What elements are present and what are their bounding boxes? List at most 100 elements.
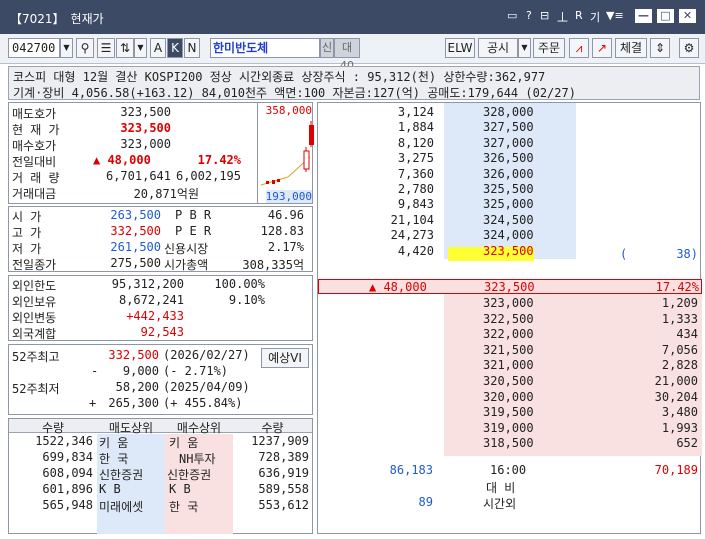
notice-button[interactable]: 공시 [478, 38, 518, 58]
bid-qty: 1,993 [661, 420, 698, 435]
foreign-sum-label: 외국계합 [12, 327, 57, 341]
order-button[interactable]: 주문 [533, 38, 565, 58]
forecast-vi-button[interactable]: 예상VI [261, 348, 309, 368]
open-label: 시 가 [12, 210, 42, 224]
trend-icon[interactable]: ↗ [592, 38, 612, 58]
ask-qty: 24,273 [390, 228, 434, 243]
market-k-button[interactable]: K [167, 38, 183, 58]
bid-row[interactable]: 321,500 7,056 [318, 343, 702, 358]
foreign-limit-label: 외인한도 [12, 279, 57, 293]
bid-row[interactable]: 322,000 434 [318, 327, 702, 342]
seller-name: 신한증권 [99, 468, 144, 482]
ask-row[interactable]: 3,275 326,500 [318, 151, 702, 166]
week52-high-label: 52주최고 [12, 350, 60, 364]
bid-row[interactable]: 319,500 3,480 [318, 405, 702, 420]
week52-high-value: 332,500 [108, 348, 159, 362]
ob-change-pct: 17.42% [655, 280, 699, 294]
ask-row[interactable]: 7,360 326,000 [318, 167, 702, 182]
notice-dropdown-icon[interactable]: ▼ [518, 38, 531, 58]
bid-qty: 3,480 [661, 405, 698, 420]
ask-row[interactable]: 4,420 323,500 [318, 244, 702, 259]
bid-qty: 1,333 [661, 311, 698, 326]
screen-icon[interactable]: ▭ [507, 9, 517, 22]
stock-code-input[interactable]: 042700 [8, 38, 60, 58]
seller-name: 한 국 [99, 452, 129, 466]
bid-price: 321,500 [483, 342, 534, 357]
week52-high-diff: 9,000 [122, 364, 159, 378]
market-a-button[interactable]: A [150, 38, 166, 58]
total-ask-qty: 86,183 [389, 463, 433, 477]
ask-price: 326,000 [483, 166, 534, 181]
ask-qty: 4,420 [397, 243, 434, 258]
menu-icon[interactable]: ▼≡ [606, 9, 624, 22]
maximize-button[interactable]: □ [657, 9, 674, 23]
ask-row[interactable]: 8,120 327,000 [318, 136, 702, 151]
bid-row[interactable]: 319,000 1,993 [318, 421, 702, 436]
compare-label: 대 비 [486, 481, 516, 495]
settings-icon[interactable]: ⚙ [679, 38, 699, 58]
option-icon[interactable]: 기 [590, 9, 600, 25]
bid-qty: 2,828 [661, 358, 698, 373]
ask-price-label: 매도호가 [12, 107, 57, 121]
pin-icon[interactable]: 丄 [557, 9, 568, 25]
bid-row[interactable]: 318,500 652 [318, 436, 702, 451]
bid-row[interactable]: 320,500 21,000 [318, 374, 702, 389]
ask-price: 325,000 [483, 197, 534, 212]
bid-row[interactable]: 322,500 1,333 [318, 312, 702, 327]
screen-code: 【7021】 [10, 12, 65, 26]
ask-row[interactable]: 1,884 327,500 [318, 120, 702, 135]
ask-row[interactable]: 21,104 324,500 [318, 213, 702, 228]
code-dropdown-icon[interactable]: ▼ [60, 38, 73, 58]
chart-icon[interactable]: ⩘ [569, 38, 589, 58]
bid-row[interactable]: 323,000 1,209 [318, 296, 702, 311]
refresh-icon[interactable]: R [575, 9, 583, 22]
bid-price: 323,000 [483, 296, 534, 310]
foreign-hold-pct: 9.10% [228, 293, 265, 307]
buy-qty: 589,558 [258, 482, 309, 496]
ask-row[interactable]: 9,843 325,000 [318, 197, 702, 212]
ask-price: 328,000 [483, 105, 534, 119]
sort-icon[interactable]: ⇅ [116, 38, 134, 58]
broker-ranking-table: 수량 매도상위 매수상위 수량 1522,346 키 움 키 움 1237,90… [8, 418, 313, 534]
week52-low-pct: (+ 455.84%) [163, 396, 243, 410]
sort-column-icon[interactable]: ⇕ [650, 38, 670, 58]
foreign-limit-pct: 100.00% [214, 277, 265, 291]
title-bar: 【7021】 현재가 ▭ ? ⊟ 丄 R 기 ▼≡ — □ ✕ [0, 0, 705, 34]
list-icon[interactable]: ☰ [97, 38, 115, 58]
layout-icon[interactable]: ⊟ [540, 9, 549, 22]
bid-row[interactable]: 320,000 30,204 [318, 390, 702, 405]
close-button[interactable]: ✕ [679, 9, 696, 23]
ask-row[interactable]: 2,780 325,500 [318, 182, 702, 197]
ask-row[interactable]: 24,273 324,000 [318, 228, 702, 243]
ask-row[interactable]: 3,124 328,000 [318, 105, 702, 120]
bid-price: 318,500 [483, 436, 534, 451]
foreign-change-label: 외인변동 [12, 311, 57, 325]
fill-button[interactable]: 체결 [615, 38, 647, 58]
minimize-button[interactable]: — [635, 9, 652, 23]
open-value: 263,500 [110, 208, 161, 222]
ask-price: 326,500 [483, 151, 534, 166]
window-title: 【7021】 현재가 [10, 10, 110, 27]
elw-button[interactable]: ELW [445, 38, 475, 58]
ask-qty: 7,360 [397, 166, 434, 181]
buy-qty: 728,389 [258, 450, 309, 464]
volume-value: 6,701,641 [105, 169, 171, 183]
margin-badge: 대40 [334, 38, 360, 72]
search-icon[interactable]: ⚲ [76, 38, 94, 58]
week52-low-label: 52주최저 [12, 382, 60, 396]
sell-qty: 601,896 [42, 482, 93, 496]
ob-change: ▲ 48,000 [369, 280, 427, 294]
ask-price: 325,500 [483, 182, 534, 196]
bid-qty: 652 [676, 436, 698, 451]
week52-low-date: (2025/04/09) [163, 380, 250, 394]
current-price-row[interactable]: ▲ 48,000 323,500 17.42% [318, 279, 702, 294]
bid-price: 322,000 [483, 327, 534, 342]
buyer-name: 신한증권 [167, 468, 212, 482]
help-icon[interactable]: ? [526, 9, 532, 22]
market-n-button[interactable]: N [184, 38, 200, 58]
current-price-value: 323,500 [120, 121, 171, 135]
bid-price: 320,500 [483, 374, 534, 388]
sort-dropdown-icon[interactable]: ▼ [134, 38, 147, 58]
ask-price: 327,000 [483, 135, 534, 150]
bid-row[interactable]: 321,000 2,828 [318, 358, 702, 373]
